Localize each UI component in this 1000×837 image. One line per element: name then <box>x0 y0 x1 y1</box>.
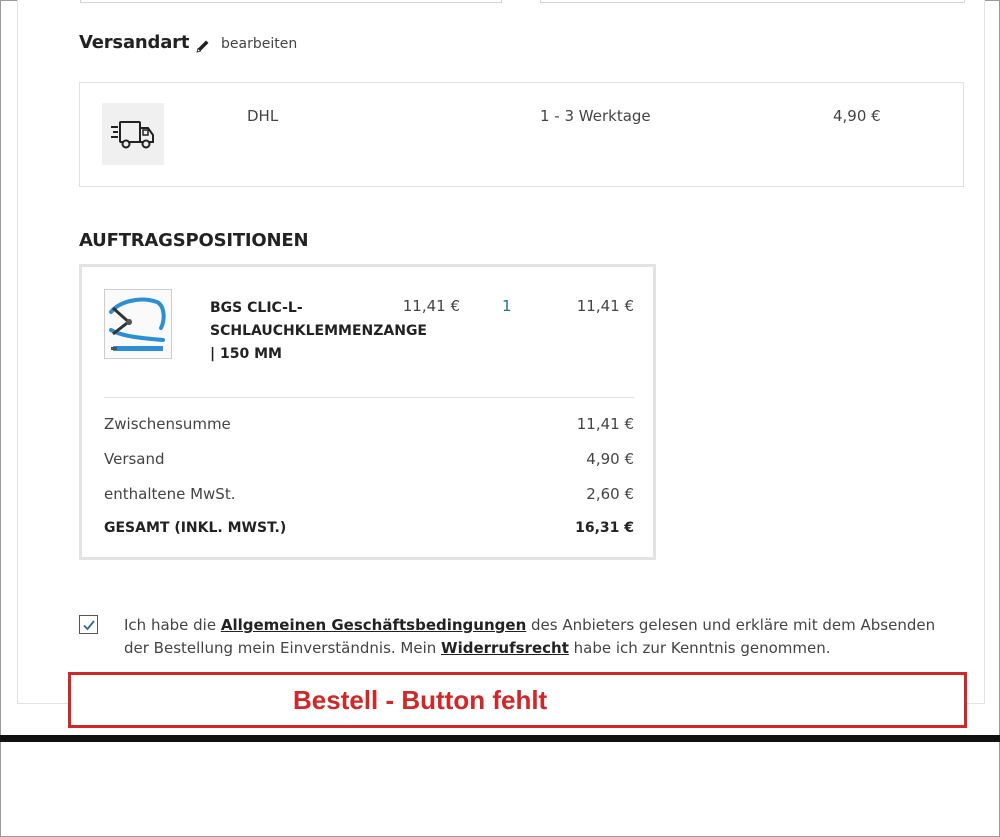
screenshot-bottom-border <box>0 735 1000 742</box>
checkmark-icon <box>82 619 95 630</box>
hose-clamp-pliers-image <box>105 290 171 358</box>
terms-checkbox[interactable] <box>79 615 98 634</box>
agb-link[interactable]: Allgemeinen Geschäftsbedingungen <box>221 616 526 634</box>
terms-text-part: habe ich zur Kenntnis genommen. <box>568 639 831 657</box>
shipping-method-name: DHL <box>247 107 279 125</box>
summary-value: 11,41 € <box>576 415 634 433</box>
shipping-method-box[interactable]: DHL 1 - 3 Werktage 4,90 € <box>79 82 964 187</box>
missing-order-button-annotation: Bestell - Button fehlt <box>68 672 967 728</box>
shipping-cost-row: Versand 4,90 € <box>104 450 634 472</box>
summary-label: GESAMT (INKL. MWST.) <box>104 520 287 536</box>
summary-label: Versand <box>104 450 165 468</box>
edit-shipping-link[interactable]: bearbeiten <box>221 36 297 52</box>
shipping-title: Versandart <box>79 32 190 53</box>
terms-text: Ich habe die Allgemeinen Geschäftsbeding… <box>124 614 954 660</box>
order-summary-box: BGS CLIC-L-SCHLAUCHKLEMMENZANGE | 150 MM… <box>79 264 656 560</box>
delivery-truck-tile <box>102 103 164 165</box>
form-field-left[interactable] <box>80 0 502 3</box>
form-field-right[interactable] <box>540 0 965 3</box>
pencil-icon[interactable] <box>195 38 211 54</box>
grand-total-row: GESAMT (INKL. MWST.) 16,31 € <box>104 520 634 542</box>
summary-value: 16,31 € <box>575 520 634 536</box>
order-positions-title: AUFTRAGSPOSITIONEN <box>79 230 309 251</box>
product-line-total: 11,41 € <box>576 297 634 315</box>
vat-row: enthaltene MwSt. 2,60 € <box>104 485 634 507</box>
summary-value: 2,60 € <box>586 485 634 503</box>
summary-label: Zwischensumme <box>104 415 231 433</box>
annotation-label: Bestell - Button fehlt <box>293 685 548 715</box>
product-quantity: 1 <box>502 297 512 315</box>
summary-value: 4,90 € <box>586 450 634 468</box>
delivery-truck-icon <box>111 121 154 149</box>
shipping-price: 4,90 € <box>833 107 881 125</box>
terms-text-part: Ich habe die <box>124 616 221 634</box>
summary-divider <box>104 397 634 398</box>
summary-label: enthaltene MwSt. <box>104 485 236 503</box>
widerrufsrecht-link[interactable]: Widerrufsrecht <box>441 639 569 657</box>
product-unit-price: 11,41 € <box>402 297 460 315</box>
product-image[interactable] <box>104 289 172 359</box>
subtotal-row: Zwischensumme 11,41 € <box>104 415 634 437</box>
shipping-delivery-time: 1 - 3 Werktage <box>540 107 651 125</box>
